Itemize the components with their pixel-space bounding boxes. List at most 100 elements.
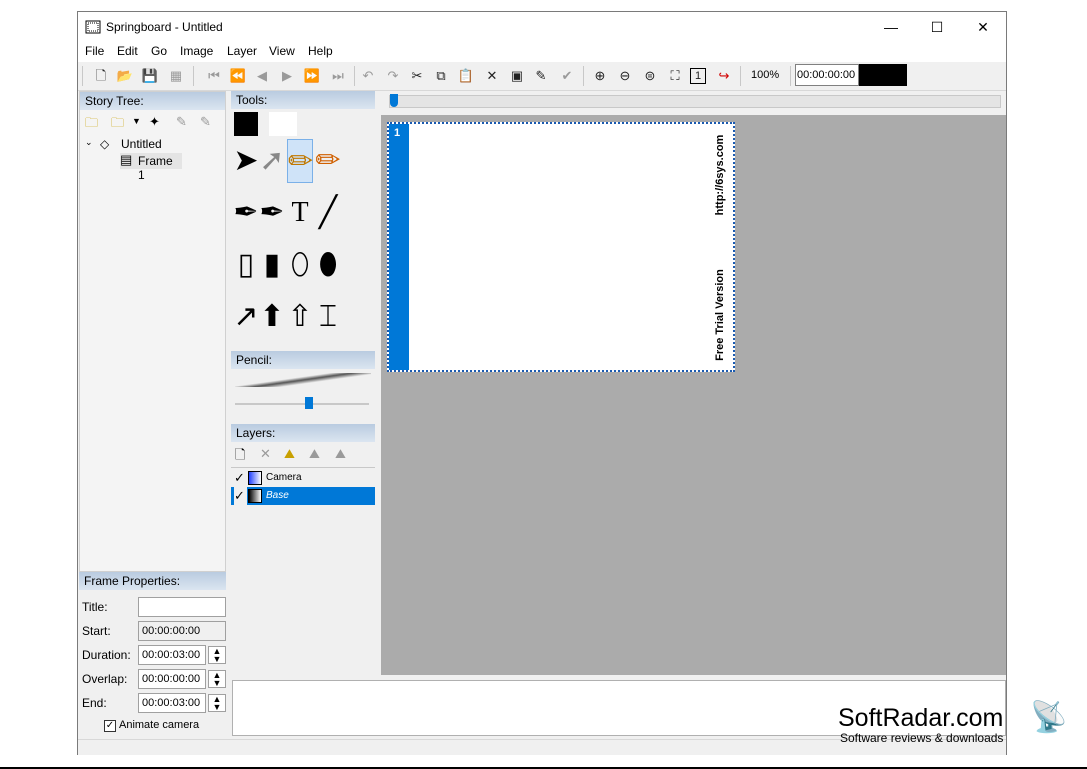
menu-file[interactable]: File: [85, 44, 104, 58]
actual-size-icon[interactable]: 1: [690, 68, 706, 84]
layer-row-base[interactable]: ✓ Base: [231, 487, 375, 505]
timeline[interactable]: [381, 91, 1006, 115]
save-icon[interactable]: 💾: [140, 66, 160, 86]
story-tree-header: Story Tree:: [80, 92, 225, 110]
pencil-header: Pencil:: [231, 351, 375, 369]
fit-window-icon[interactable]: ⛶: [665, 66, 685, 86]
marker-icon[interactable]: ✒: [259, 191, 285, 235]
new-layer-icon[interactable]: 🗋: [235, 446, 245, 468]
timeline-track[interactable]: [389, 95, 1001, 108]
ellipse-filled-icon[interactable]: ⬮: [315, 243, 341, 287]
maximize-button[interactable]: ☐: [914, 12, 960, 42]
menu-go[interactable]: Go: [151, 44, 167, 58]
rewind-icon[interactable]: ⏪: [228, 66, 248, 86]
pencil-size-slider[interactable]: [304, 397, 313, 409]
text-tool-icon[interactable]: T: [287, 191, 313, 235]
last-frame-icon[interactable]: ⏭: [328, 66, 348, 86]
ellipse-outline-icon[interactable]: ⬯: [287, 243, 313, 287]
pointer-icon[interactable]: ➚: [259, 139, 285, 183]
timeline-playhead[interactable]: [390, 94, 398, 107]
end-input[interactable]: 00:00:03:00: [138, 693, 206, 713]
overlap-stepper[interactable]: ▲ ▼: [208, 670, 226, 688]
rectangle-outline-icon[interactable]: ▯: [233, 243, 259, 287]
camera-frame-icon[interactable]: ⌶: [315, 295, 341, 339]
outline-arrow-icon[interactable]: ⇧: [287, 295, 313, 339]
chevron-down-icon[interactable]: ⌄: [85, 137, 93, 148]
zoom-fit-icon[interactable]: ⊜: [640, 66, 660, 86]
thin-arrow-icon[interactable]: ↗: [233, 295, 259, 339]
open-folder-icon[interactable]: 📂: [115, 66, 135, 86]
rectangle-filled-icon[interactable]: ▮: [259, 243, 285, 287]
duration-label: Duration:: [82, 648, 131, 662]
background-color-swatch[interactable]: [269, 112, 297, 136]
thick-arrow-icon[interactable]: ⬆: [259, 295, 285, 339]
copy-icon[interactable]: ⧉: [431, 66, 451, 86]
menu-edit[interactable]: Edit: [117, 44, 138, 58]
menu-image[interactable]: Image: [180, 44, 213, 58]
edit-disabled-icon[interactable]: ✎: [176, 114, 187, 130]
select-arrow-icon[interactable]: ➤: [233, 139, 259, 183]
overlap-input[interactable]: 00:00:00:00: [138, 669, 206, 689]
frame-canvas[interactable]: 1 http://6sys.com Free Trial Version: [387, 122, 735, 372]
tree-node-frame[interactable]: ▤ Frame 1: [120, 152, 182, 182]
watermark-trial: Free Trial Version: [714, 269, 726, 361]
layer-properties-icon[interactable]: ⛰: [284, 446, 295, 462]
pencil-size-track[interactable]: [235, 403, 369, 405]
first-frame-icon[interactable]: ⏮: [204, 66, 224, 86]
story-tree-panel: Story Tree: 🗀 🗀 ▼ ✦ ✎ ✎ ⌄ ◇ Untitled ▤ F…: [79, 91, 226, 572]
fast-forward-icon[interactable]: ⏩: [302, 66, 322, 86]
menu-help[interactable]: Help: [308, 44, 333, 58]
duration-input[interactable]: 00:00:03:00: [138, 645, 206, 665]
prev-frame-icon[interactable]: ◀: [252, 66, 272, 86]
new-icon[interactable]: 🗋: [91, 66, 111, 86]
menu-layer[interactable]: Layer: [227, 44, 257, 58]
pencil-tool-icon[interactable]: ✎: [531, 66, 551, 86]
move-layer-up-icon[interactable]: ⛰: [309, 446, 320, 462]
end-stepper[interactable]: ▲ ▼: [208, 694, 226, 712]
animate-camera-checkbox[interactable]: ✓: [104, 720, 116, 732]
undo-icon[interactable]: ↶: [358, 66, 378, 86]
minimize-button[interactable]: —: [868, 12, 914, 42]
title-input[interactable]: [138, 597, 226, 617]
animate-camera-label: Animate camera: [119, 719, 200, 731]
line-tool-icon[interactable]: ╱: [315, 191, 341, 235]
menu-view[interactable]: View: [269, 44, 295, 58]
redo-icon[interactable]: ↷: [383, 66, 403, 86]
zoom-out-icon[interactable]: ⊖: [615, 66, 635, 86]
check-icon[interactable]: ✔: [557, 66, 577, 86]
frame-icon[interactable]: ▣: [507, 66, 527, 86]
eraser-pencil-icon[interactable]: ✏: [315, 139, 341, 183]
timecode-display: 00:00:00:00: [795, 64, 859, 86]
cut-icon[interactable]: ✂: [407, 66, 427, 86]
move-layer-down-icon[interactable]: ⛰: [335, 446, 346, 462]
title-label: Title:: [82, 600, 108, 614]
paste-icon[interactable]: 📋: [456, 66, 476, 86]
pen-icon[interactable]: ✒: [233, 191, 259, 235]
layers-divider: [231, 467, 375, 468]
new-scene-icon[interactable]: 🗀: [85, 114, 98, 136]
zoom-in-icon[interactable]: ⊕: [590, 66, 610, 86]
duration-stepper[interactable]: ▲ ▼: [208, 646, 226, 664]
canvas-area[interactable]: 1 http://6sys.com Free Trial Version: [381, 91, 1006, 675]
end-label: End:: [82, 696, 107, 710]
curve-icon[interactable]: ↪: [714, 66, 734, 86]
window-title: Springboard - Untitled: [106, 20, 223, 34]
visibility-check-icon[interactable]: ✓: [234, 487, 247, 505]
foreground-color-swatch[interactable]: [234, 112, 258, 136]
folder-icon[interactable]: 🗀: [111, 114, 124, 136]
menu-bar: File Edit Go Image Layer View Help: [78, 42, 1006, 62]
app-window: Springboard - Untitled — ☐ ✕ File Edit G…: [77, 11, 1007, 755]
delete-icon[interactable]: ✕: [482, 66, 502, 86]
next-frame-icon[interactable]: ▶: [277, 66, 297, 86]
delete-layer-icon[interactable]: ✕: [260, 446, 271, 462]
layer-row-camera[interactable]: ✓ Camera: [231, 469, 375, 487]
delete-disabled-icon[interactable]: ✎: [200, 114, 211, 130]
pencil-icon[interactable]: ✏: [287, 139, 313, 183]
close-button[interactable]: ✕: [960, 12, 1006, 42]
main-toolbar: 🗋 📂 💾 ▦ ⏮ ⏪ ◀ ▶ ⏩ ⏭ ↶ ↷ ✂ ⧉ 📋 ✕ ▣ ✎ ✔ ⊕ …: [78, 62, 1006, 91]
save-all-icon[interactable]: ▦: [166, 66, 186, 86]
dropdown-arrow-icon[interactable]: ▼: [132, 116, 141, 126]
new-frame-icon[interactable]: ✦: [149, 114, 160, 130]
tree-node-root[interactable]: ⌄ ◇ Untitled: [85, 137, 225, 153]
visibility-check-icon[interactable]: ✓: [234, 469, 245, 487]
